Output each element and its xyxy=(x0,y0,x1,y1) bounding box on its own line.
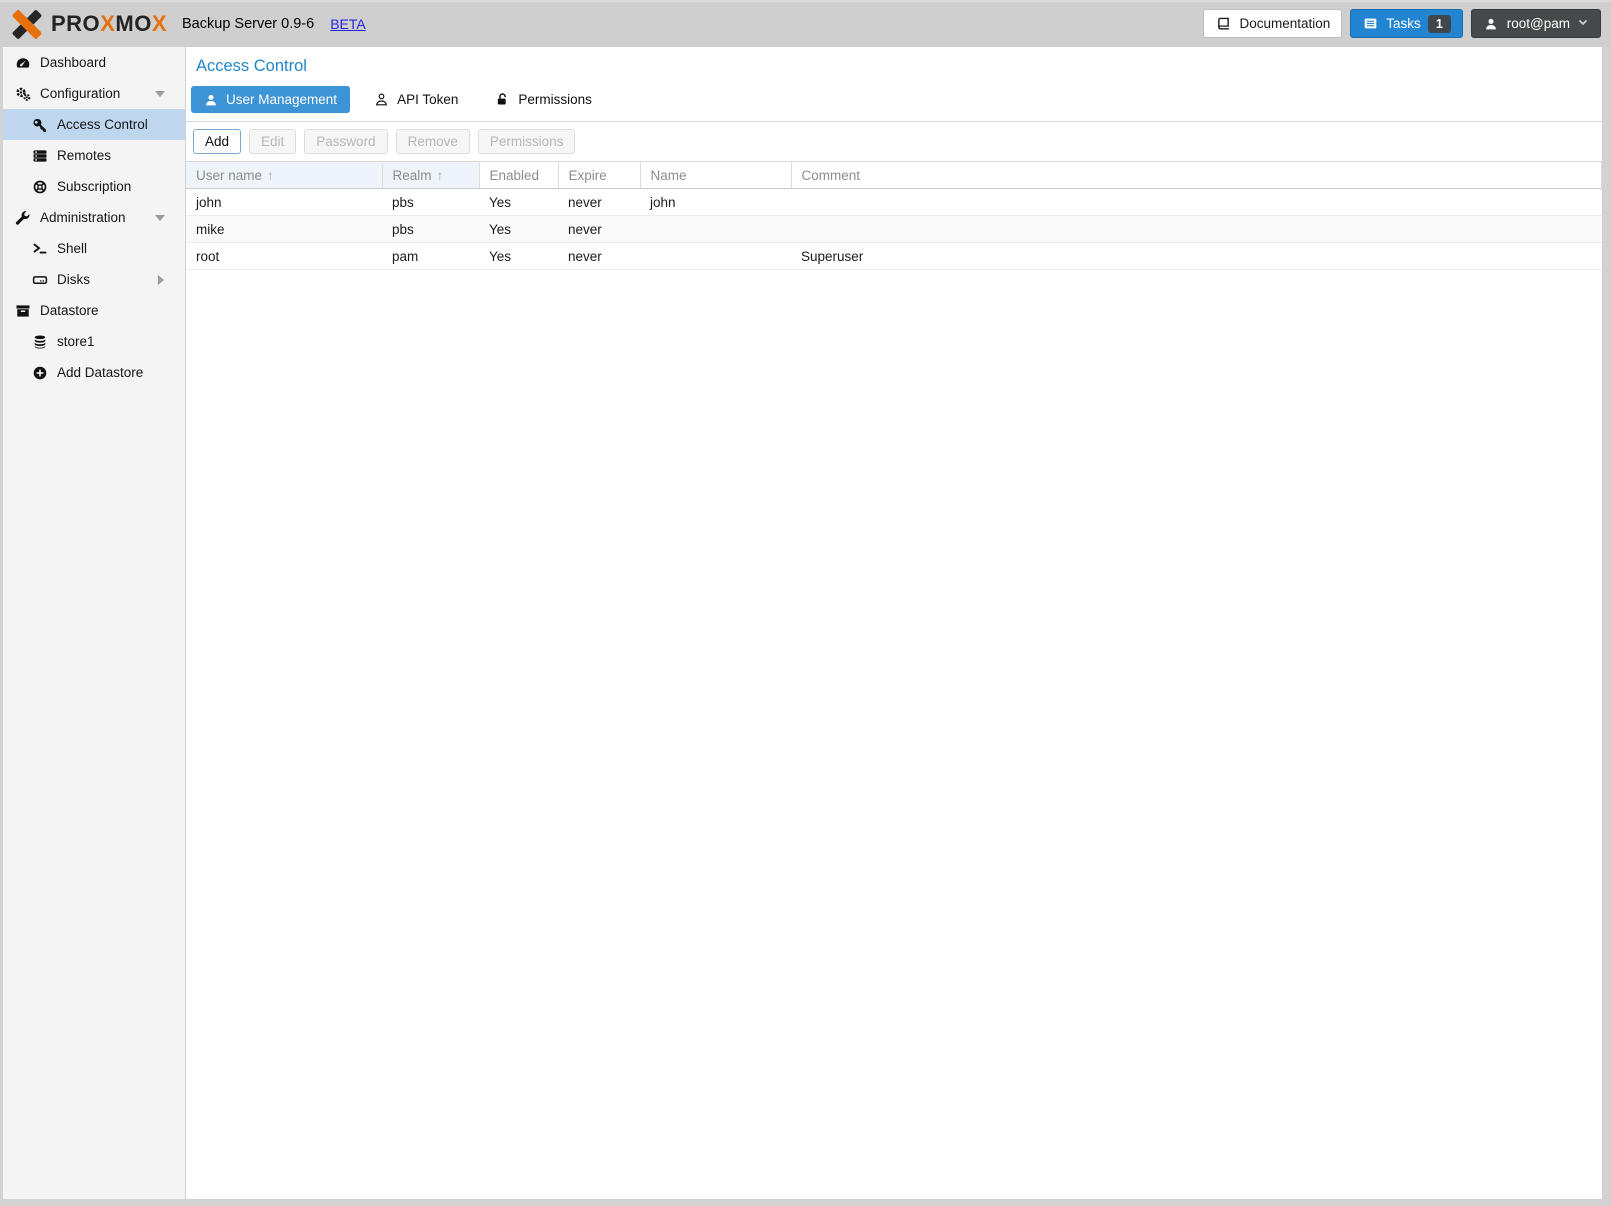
cell-user: john xyxy=(186,189,382,216)
documentation-button[interactable]: Documentation xyxy=(1203,9,1342,38)
remove-button[interactable]: Remove xyxy=(396,129,470,154)
sidebar-item-disks[interactable]: Disks xyxy=(3,264,185,295)
cell-enabled: Yes xyxy=(479,189,558,216)
cell-name xyxy=(640,243,791,270)
brand-wordmark: PROXMOX xyxy=(51,11,167,37)
sidebar-item-configuration[interactable]: Configuration xyxy=(3,78,185,109)
task-list-icon xyxy=(1362,16,1379,32)
gears-icon xyxy=(14,86,31,102)
cell-comment: Superuser xyxy=(791,243,1602,270)
beta-link[interactable]: BETA xyxy=(330,16,366,32)
topbar-actions: Documentation Tasks 1 root@pam xyxy=(1203,9,1601,38)
sidebar-item-store1[interactable]: store1 xyxy=(3,326,185,357)
table-row[interactable]: root pam Yes never Superuser xyxy=(186,243,1602,270)
cell-user: root xyxy=(186,243,382,270)
dashboard-icon xyxy=(14,55,31,71)
cell-enabled: Yes xyxy=(479,243,558,270)
top-bar: PROXMOX Backup Server 0.9-6 BETA Documen… xyxy=(0,0,1611,47)
cell-realm: pbs xyxy=(382,189,479,216)
sidebar-item-add-datastore[interactable]: Add Datastore xyxy=(3,357,185,388)
column-header-comment[interactable]: Comment xyxy=(791,162,1602,189)
table-row[interactable]: mike pbs Yes never xyxy=(186,216,1602,243)
app-frame: Dashboard Configuration Access Control R… xyxy=(3,47,1602,1199)
cell-user: mike xyxy=(186,216,382,243)
tasks-count-badge: 1 xyxy=(1428,15,1451,33)
cell-name: john xyxy=(640,189,791,216)
page-title: Access Control xyxy=(186,47,1602,76)
sidebar-item-dashboard[interactable]: Dashboard xyxy=(3,47,185,78)
users-table: User name↑ Realm↑ Enabled Expire Name Co… xyxy=(186,161,1602,270)
sidebar: Dashboard Configuration Access Control R… xyxy=(3,47,186,1199)
cell-comment xyxy=(791,216,1602,243)
main-panel: Access Control User Management API Token… xyxy=(186,47,1602,1199)
sidebar-item-subscription[interactable]: Subscription xyxy=(3,171,185,202)
edit-button[interactable]: Edit xyxy=(249,129,296,154)
user-menu-button[interactable]: root@pam xyxy=(1471,9,1601,38)
sidebar-item-access-control[interactable]: Access Control xyxy=(3,109,185,140)
cell-name xyxy=(640,216,791,243)
collapse-caret-icon[interactable] xyxy=(155,91,165,97)
sidebar-item-shell[interactable]: Shell xyxy=(3,233,185,264)
cell-enabled: Yes xyxy=(479,216,558,243)
collapse-caret-icon[interactable] xyxy=(155,215,165,221)
tab-permissions[interactable]: Permissions xyxy=(482,86,605,113)
tab-user-management[interactable]: User Management xyxy=(191,86,350,113)
terminal-icon xyxy=(31,241,48,257)
sidebar-item-administration[interactable]: Administration xyxy=(3,202,185,233)
column-header-expire[interactable]: Expire xyxy=(558,162,640,189)
unlock-icon xyxy=(495,92,510,107)
column-header-realm[interactable]: Realm↑ xyxy=(382,162,479,189)
server-icon xyxy=(31,148,48,164)
tab-api-token[interactable]: API Token xyxy=(361,86,471,113)
column-header-user-name[interactable]: User name↑ xyxy=(186,162,382,189)
hdd-icon xyxy=(31,272,48,288)
archive-icon xyxy=(14,303,31,319)
chevron-down-icon xyxy=(1577,16,1589,31)
sort-asc-icon: ↑ xyxy=(437,168,444,183)
proxmox-logo: PROXMOX Backup Server 0.9-6 BETA xyxy=(12,9,366,39)
cell-realm: pam xyxy=(382,243,479,270)
user-outline-icon xyxy=(374,92,389,107)
table-header-row: User name↑ Realm↑ Enabled Expire Name Co… xyxy=(186,162,1602,189)
support-icon xyxy=(31,179,48,195)
column-header-enabled[interactable]: Enabled xyxy=(479,162,558,189)
plus-circle-icon xyxy=(31,365,48,381)
wrench-icon xyxy=(14,210,31,226)
cell-expire: never xyxy=(558,243,640,270)
sidebar-item-remotes[interactable]: Remotes xyxy=(3,140,185,171)
cell-expire: never xyxy=(558,189,640,216)
column-header-name[interactable]: Name xyxy=(640,162,791,189)
key-icon xyxy=(31,117,48,133)
expand-caret-icon[interactable] xyxy=(158,275,164,285)
add-button[interactable]: Add xyxy=(193,129,241,154)
toolbar: Add Edit Password Remove Permissions xyxy=(186,122,1602,161)
proxmox-x-icon xyxy=(12,9,42,39)
cell-comment xyxy=(791,189,1602,216)
cell-expire: never xyxy=(558,216,640,243)
book-icon xyxy=(1215,16,1232,32)
tab-bar: User Management API Token Permissions xyxy=(186,76,1602,122)
permissions-button[interactable]: Permissions xyxy=(478,129,576,154)
user-solid-icon xyxy=(204,93,218,107)
table-row[interactable]: john pbs Yes never john xyxy=(186,189,1602,216)
tasks-button[interactable]: Tasks 1 xyxy=(1350,9,1462,38)
password-button[interactable]: Password xyxy=(304,129,387,154)
user-icon xyxy=(1483,16,1500,32)
cell-realm: pbs xyxy=(382,216,479,243)
sidebar-item-datastore[interactable]: Datastore xyxy=(3,295,185,326)
product-subtitle: Backup Server 0.9-6 xyxy=(182,16,314,32)
sort-asc-icon: ↑ xyxy=(267,168,274,183)
database-icon xyxy=(31,334,48,350)
